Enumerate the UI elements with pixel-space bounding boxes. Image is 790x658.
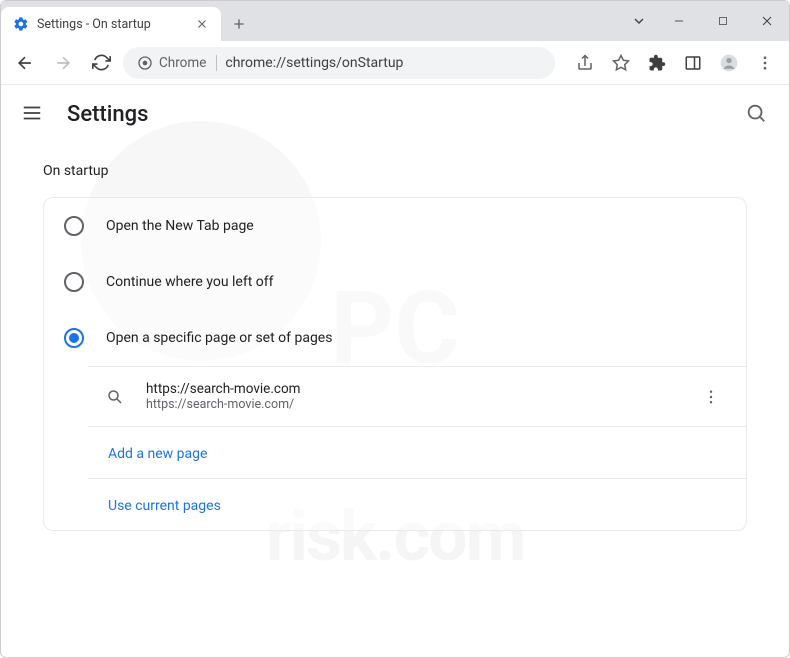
sidepanel-button[interactable] [677, 47, 709, 79]
maximize-button[interactable] [701, 1, 745, 41]
settings-header: Settings [1, 85, 789, 143]
gear-icon [13, 16, 29, 32]
tab-title: Settings - On startup [37, 17, 187, 32]
option-continue[interactable]: Continue where you left off [44, 254, 746, 310]
close-window-button[interactable] [745, 1, 789, 41]
bookmark-button[interactable] [605, 47, 637, 79]
browser-toolbar: Chrome chrome://settings/onStartup [1, 41, 789, 85]
page-more-button[interactable] [696, 382, 726, 412]
address-bar[interactable]: Chrome chrome://settings/onStartup [123, 47, 555, 79]
option-label: Open the New Tab page [106, 218, 254, 234]
add-new-page-row[interactable]: Add a new page [88, 426, 746, 478]
radio-icon[interactable] [64, 328, 84, 348]
use-current-pages-row[interactable]: Use current pages [88, 478, 746, 530]
option-label: Continue where you left off [106, 274, 274, 290]
url-text: chrome://settings/onStartup [225, 55, 403, 71]
option-specific-pages[interactable]: Open a specific page or set of pages [44, 310, 746, 366]
option-label: Open a specific page or set of pages [106, 330, 332, 346]
radio-icon[interactable] [64, 216, 84, 236]
startup-page-title: https://search-movie.com [146, 381, 678, 397]
option-new-tab[interactable]: Open the New Tab page [44, 198, 746, 254]
reload-button[interactable] [85, 47, 117, 79]
share-button[interactable] [569, 47, 601, 79]
settings-content: On startup Open the New Tab page Continu… [1, 143, 789, 551]
startup-pages-list: https://search-movie.com https://search-… [88, 366, 746, 530]
startup-page-url: https://search-movie.com/ [146, 397, 678, 412]
back-button[interactable] [9, 47, 41, 79]
window-controls [621, 1, 789, 41]
tab-search-button[interactable] [621, 13, 657, 29]
close-tab-icon[interactable] [195, 17, 209, 31]
section-title: On startup [43, 163, 747, 179]
radio-icon[interactable] [64, 272, 84, 292]
add-page-link[interactable]: Add a new page [108, 446, 207, 462]
menu-button[interactable] [21, 102, 45, 126]
chrome-menu-button[interactable] [749, 47, 781, 79]
startup-card: Open the New Tab page Continue where you… [43, 197, 747, 531]
site-chip: Chrome [137, 55, 217, 71]
new-tab-button[interactable] [221, 7, 257, 41]
use-current-link[interactable]: Use current pages [108, 498, 221, 514]
minimize-button[interactable] [657, 1, 701, 41]
browser-tab[interactable]: Settings - On startup [1, 7, 221, 41]
page-title: Settings [67, 102, 148, 127]
forward-button[interactable] [47, 47, 79, 79]
window-titlebar: Settings - On startup [1, 1, 789, 41]
profile-button[interactable] [713, 47, 745, 79]
extensions-button[interactable] [641, 47, 673, 79]
site-chip-label: Chrome [159, 55, 206, 71]
startup-page-row: https://search-movie.com https://search-… [88, 367, 746, 426]
search-icon [106, 388, 128, 406]
search-button[interactable] [745, 102, 769, 126]
